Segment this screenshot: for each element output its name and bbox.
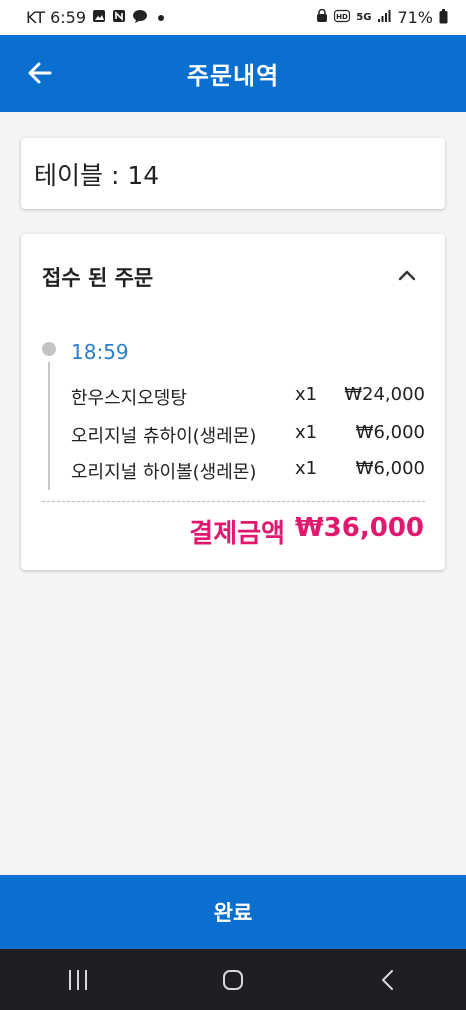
table-number-text: 테이블 : 14	[34, 160, 160, 190]
svg-text:HD: HD	[336, 13, 348, 21]
order-card: 접수 된 주문 18:59 한우스지오뎅탕 x1 ₩24,000 오리지널 츄하…	[21, 234, 445, 570]
talk-icon	[132, 9, 148, 26]
status-left: KT 6:59	[26, 8, 165, 27]
page-title: 주문내역	[186, 62, 280, 90]
recent-apps-button[interactable]	[48, 960, 108, 1000]
order-item-row: 오리지널 하이볼(생레몬) x1 ₩6,000	[71, 458, 425, 484]
item-name: 한우스지오뎅탕	[71, 388, 187, 409]
complete-button[interactable]: 완료	[0, 875, 466, 949]
timeline-line	[48, 362, 50, 490]
item-price: ₩24,000	[344, 384, 425, 405]
more-notifications-icon	[158, 14, 165, 21]
status-bar: KT 6:59 HD 5G 71%	[0, 0, 466, 35]
carrier-time: KT 6:59	[26, 8, 87, 27]
battery-percent: 71%	[397, 8, 433, 27]
network-type-icon: 5G	[356, 11, 372, 23]
system-back-button[interactable]	[358, 960, 418, 1000]
order-time: 18:59	[71, 340, 129, 364]
status-right: HD 5G 71%	[316, 8, 448, 27]
recent-apps-icon	[68, 969, 87, 990]
content-area: 테이블 : 14 접수 된 주문 18:59 한우스지오뎅탕 x1 ₩24,00…	[0, 112, 466, 875]
total-label: 결제금액	[189, 519, 285, 549]
item-price: ₩6,000	[355, 458, 425, 479]
home-icon	[222, 969, 243, 990]
item-price: ₩6,000	[355, 422, 425, 443]
total-amount: 결제금액 ₩36,000	[189, 513, 424, 550]
order-item-row: 오리지널 츄하이(생레몬) x1 ₩6,000	[71, 422, 425, 448]
battery-icon	[439, 8, 448, 27]
item-qty: x1	[295, 458, 318, 479]
home-button[interactable]	[203, 960, 263, 1000]
order-item-row: 한우스지오뎅탕 x1 ₩24,000	[71, 384, 425, 410]
n-app-icon	[112, 9, 126, 26]
total-value: ₩36,000	[294, 513, 424, 543]
chevron-up-icon	[398, 270, 416, 281]
item-qty: x1	[295, 384, 318, 405]
timeline-dot	[42, 342, 56, 356]
back-button[interactable]	[22, 55, 58, 91]
table-number-card: 테이블 : 14	[21, 138, 445, 209]
system-nav-bar	[0, 949, 466, 1010]
section-title: 접수 된 주문	[42, 266, 154, 290]
hd-icon: HD	[334, 9, 351, 26]
signal-icon	[377, 9, 391, 26]
arrow-left-icon	[28, 62, 52, 84]
chevron-left-icon	[382, 969, 394, 990]
lock-icon	[316, 8, 328, 26]
app-bar: 주문내역	[0, 35, 466, 112]
dashed-divider	[42, 501, 425, 502]
collapse-button[interactable]	[393, 262, 421, 290]
item-name: 오리지널 하이볼(생레몬)	[71, 462, 257, 483]
item-name: 오리지널 츄하이(생레몬)	[71, 426, 257, 447]
gallery-icon	[92, 9, 106, 26]
item-qty: x1	[295, 422, 318, 443]
